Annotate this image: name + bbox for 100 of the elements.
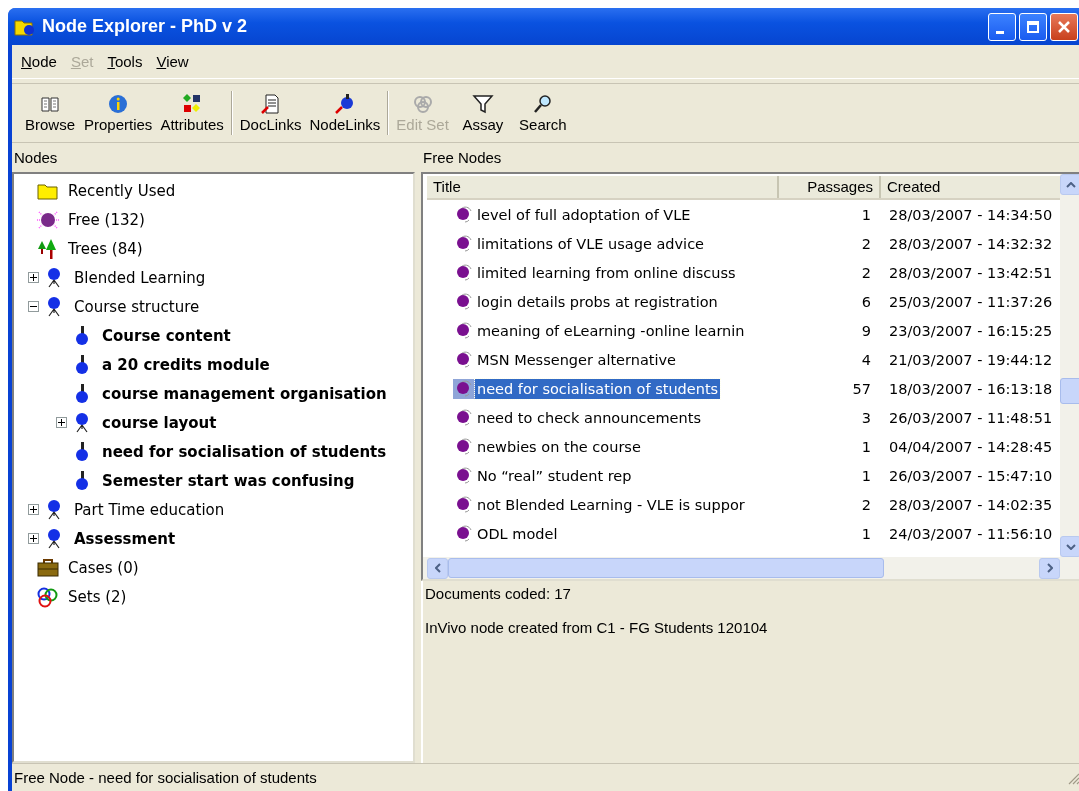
tree-item[interactable]: a 20 credits module [100,354,272,375]
menu-item[interactable]: Node [16,51,62,72]
pane-header: Nodes [13,148,59,168]
table-cell-text: 25/03/2007 - 11:37:26 [888,293,1054,310]
table-cell-text: 2 [860,264,872,281]
table-cell-text: 28/03/2007 - 14:02:35 [888,496,1054,513]
node-link-icon [333,93,356,115]
scroll-down-button[interactable] [1060,536,1079,557]
scroll-up-button[interactable] [1060,174,1079,195]
menu-item[interactable]: Tools [102,51,148,72]
status-text: Free Node - need for socialisation of students [14,769,317,786]
tree-item[interactable]: Blended Learning [72,267,208,288]
table-cell[interactable]: limited learning from online discuss [475,262,738,283]
table-cell[interactable]: meaning of eLearning -online learnin [475,320,747,341]
tree-item[interactable]: Trees (84) [66,238,145,259]
plus-icon [56,418,66,427]
minimize-icon [996,31,1004,34]
caret-down-icon [1065,543,1076,550]
window-title: Node Explorer - PhD v 2 [42,16,248,37]
node-icon [453,378,475,399]
pane-header: Free Nodes [422,148,503,168]
tree-item[interactable]: Semester start was confusing [100,470,357,491]
table-cell-text: 21/03/2007 - 19:44:12 [888,351,1054,368]
table-cell-text: 26/03/2007 - 15:47:10 [888,467,1054,484]
column-header[interactable]: Passages [779,176,881,198]
expand-toggle[interactable] [27,272,39,283]
table-cell[interactable]: ODL model [475,523,560,544]
tree-item[interactable]: Assessment [72,528,178,549]
expand-toggle[interactable] [27,301,39,312]
detail-text: Documents coded: 17 [425,585,572,602]
close-button[interactable] [1050,12,1078,41]
tree-item[interactable]: Course content [100,325,233,346]
tree-item[interactable]: Recently Used [66,180,178,201]
tree-item[interactable]: Cases (0) [66,557,141,578]
table-cell-text: 4 [860,351,872,368]
rings-icon [36,585,60,608]
plus-icon [28,505,38,514]
scrollbar-thumb[interactable] [448,558,884,578]
info-icon [107,93,130,115]
toolbar-button[interactable]: Assay [452,91,513,135]
tree-item[interactable]: Course structure [72,296,202,317]
table-cell-text: 23/03/2007 - 16:15:25 [888,322,1054,339]
table-cell-text: 28/03/2007 - 13:42:51 [888,264,1054,281]
caret-right-icon [1046,563,1053,573]
table-cell[interactable]: not Blended Learning - VLE is suppor [475,494,747,515]
question-ball-icon [36,208,60,231]
table-cell-text: 2 [860,496,872,513]
toolbar-button[interactable]: Properties [80,91,157,135]
table-cell-text: 24/03/2007 - 11:56:10 [888,525,1054,542]
table-cell-text: 04/04/2007 - 14:28:45 [888,438,1054,455]
table-cell-text: 26/03/2007 - 11:48:51 [888,409,1054,426]
caret-up-icon [1065,181,1076,188]
detail-text: InVivo node created from C1 - FG Students 120104 [425,619,769,636]
table-cell[interactable]: login details probs at registration [475,291,720,312]
funnel-icon [471,93,494,115]
table-cell-text: 18/03/2007 - 16:13:18 [888,380,1054,397]
tree-item[interactable]: course layout [100,412,219,433]
table-cell-text: 1 [860,525,872,542]
caret-left-icon [434,563,441,573]
toolbar-button[interactable]: NodeLinks [305,91,385,135]
table-cell[interactable]: No “real” student rep [475,465,634,486]
toolbar-button[interactable]: Browse [20,91,80,135]
expand-toggle[interactable] [55,417,67,428]
scrollbar-thumb[interactable] [1060,378,1079,404]
tree-item[interactable]: Free (132) [66,209,147,230]
table-cell-text: 28/03/2007 - 14:32:32 [888,235,1054,252]
table-cell[interactable]: newbies on the course [475,436,643,457]
table-cell-text: 1 [860,467,872,484]
table-cell[interactable]: limitations of VLE usage advice [475,233,707,254]
search-icon [531,93,554,115]
table-cell[interactable]: need to check announcements [475,407,703,428]
expand-toggle[interactable] [27,533,39,544]
scroll-left-button[interactable] [427,557,448,579]
table-cell-text: 3 [860,409,872,426]
tree-item[interactable]: Sets (2) [66,586,129,607]
expand-toggle[interactable] [27,504,39,515]
toolbar-button[interactable]: Attributes [156,91,228,135]
menu-item[interactable]: View [151,51,194,72]
minimize-button[interactable] [988,12,1016,41]
column-header[interactable]: Created [881,176,1060,198]
briefcase-icon [36,556,60,579]
table-cell-text: 6 [860,293,872,310]
document-icon [259,93,282,115]
plus-icon [28,534,38,543]
tree-item[interactable]: need for socialisation of students [100,441,389,462]
maximize-button[interactable] [1019,12,1047,41]
tree-item[interactable]: Part Time education [72,499,227,520]
table-cell[interactable]: level of full adoptation of VLE [475,204,693,225]
table-cell[interactable]: need for socialisation of students [475,378,721,399]
maximize-icon [1026,19,1040,34]
close-icon [1057,19,1071,34]
plus-icon [28,273,38,282]
toolbar-button[interactable]: DocLinks [235,91,306,135]
table-cell-text: 1 [860,206,872,223]
scroll-right-button[interactable] [1039,557,1060,579]
column-header[interactable]: Title [427,176,779,198]
tree-item[interactable]: course management organisation [100,383,389,404]
table-cell-text: 1 [860,438,872,455]
table-cell[interactable]: MSN Messenger alternative [475,349,679,370]
toolbar-button[interactable]: Search [512,91,573,135]
